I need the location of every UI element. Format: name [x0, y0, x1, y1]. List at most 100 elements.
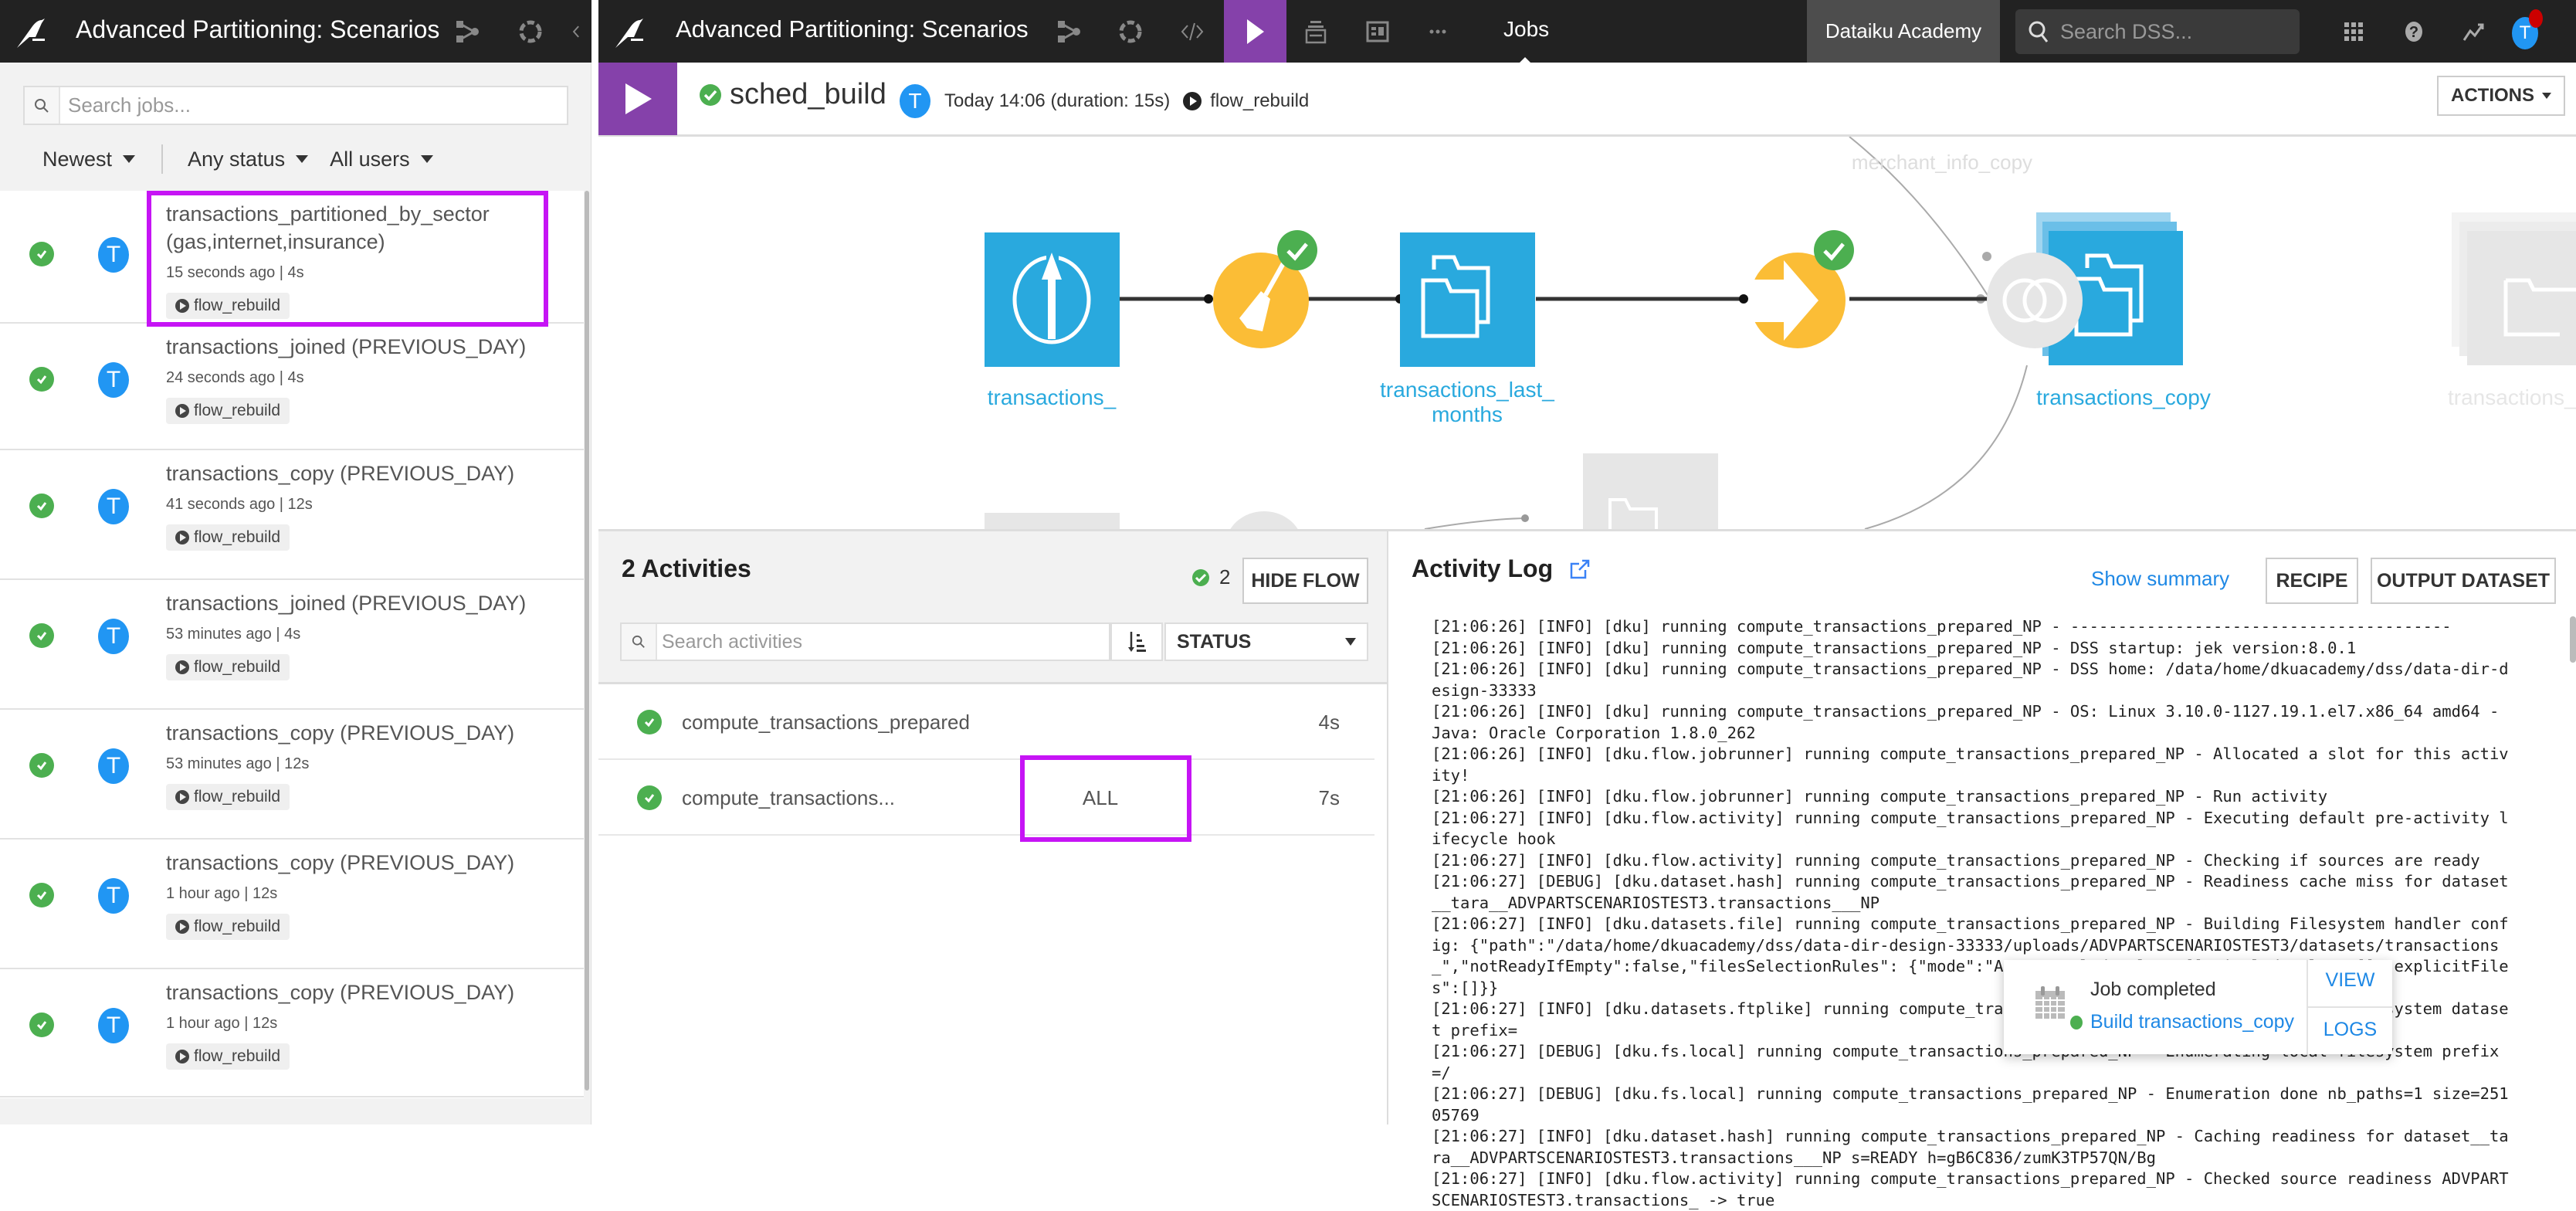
dashboard-icon[interactable]: [1363, 17, 1392, 46]
activity-row[interactable]: compute_transactions_prepared 4s: [598, 686, 1374, 760]
jobs-nav-button[interactable]: [1224, 0, 1286, 63]
job-list-item[interactable]: Ttransactions_copy (PREVIOUS_DAY) 41 seco…: [0, 450, 584, 580]
flow-node-faded[interactable]: [985, 513, 1120, 529]
code-icon[interactable]: [1178, 17, 1207, 46]
show-summary-link[interactable]: Show summary: [2091, 567, 2229, 591]
users-filter-dropdown[interactable]: All users: [330, 148, 433, 171]
flow-icon[interactable]: [1054, 17, 1083, 46]
lab-icon[interactable]: [1116, 17, 1145, 46]
play-circle-icon: [175, 790, 189, 804]
instance-name-button[interactable]: Dataiku Academy: [1807, 0, 2000, 63]
actions-label: ACTIONS: [2451, 85, 2534, 106]
flow-graph[interactable]: merchant_info_copy transactions_ transac…: [598, 137, 2576, 529]
actions-dropdown-button[interactable]: ACTIONS: [2437, 76, 2565, 116]
job-list-scrollbar[interactable]: [585, 191, 589, 1091]
toast-logs-button[interactable]: LOGS: [2308, 1019, 2392, 1041]
jobs-section-tab[interactable]: Jobs: [1503, 17, 1549, 65]
activity-icon[interactable]: [2459, 17, 2489, 46]
user-avatar[interactable]: T: [98, 489, 129, 524]
code-icon[interactable]: [571, 17, 591, 46]
user-avatar[interactable]: T: [98, 362, 129, 398]
help-icon[interactable]: ?: [2399, 17, 2429, 46]
sort-dropdown[interactable]: Newest: [42, 147, 136, 171]
output-dataset-button[interactable]: OUTPUT DATASET: [2371, 558, 2556, 604]
activity-duration: 4s: [1318, 710, 1340, 734]
user-avatar[interactable]: T: [98, 237, 129, 273]
project-title[interactable]: Advanced Partitioning: Scenarios: [676, 15, 1029, 43]
flow-node-transactions-joined[interactable]: transactions_: [2448, 212, 2576, 409]
lab-icon[interactable]: [516, 17, 545, 46]
more-icon[interactable]: [1423, 17, 1452, 46]
job-meta: 1 hour ago | 12s: [166, 885, 278, 902]
external-link-icon[interactable]: [1568, 558, 1591, 581]
job-time: Today 14:06 (duration: 15s): [944, 90, 1171, 111]
success-count: 2: [1191, 565, 1230, 589]
user-avatar[interactable]: T: [98, 748, 129, 784]
job-list: Ttransactions_partitioned_by_sector (gas…: [0, 191, 584, 1098]
recipe-button[interactable]: RECIPE: [2266, 558, 2358, 604]
activity-row[interactable]: compute_transactions... ALL 7s: [598, 762, 1374, 836]
flow-node-transactions-uploaded[interactable]: transactions_: [985, 232, 1120, 409]
flow-node-label[interactable]: merchant_info_copy: [1852, 151, 2032, 174]
job-time: 24 seconds ago: [166, 369, 276, 386]
activity-log-panel: Activity Log Show summary RECIPE OUTPUT …: [1388, 529, 2576, 1209]
success-check-icon: [1814, 230, 1854, 270]
flow-node-prepare-recipe[interactable]: [1213, 230, 1317, 348]
user-avatar[interactable]: T: [98, 619, 129, 654]
activities-title: 2 Activities: [622, 555, 751, 582]
hide-flow-button[interactable]: HIDE FLOW: [1242, 558, 1368, 604]
play-circle-icon: [175, 1050, 189, 1063]
svg-text:?: ?: [2409, 24, 2418, 41]
job-time: 1 hour ago: [166, 1015, 240, 1032]
toast-title: Job completed: [2090, 979, 2216, 1000]
user-avatar[interactable]: T: [98, 1008, 129, 1043]
flow-node-label: transactions_last_ months: [1380, 378, 1554, 426]
scenario-name: flow_rebuild: [194, 1047, 281, 1065]
status-filter-select[interactable]: STATUS: [1164, 622, 1368, 661]
library-icon[interactable]: [1301, 17, 1330, 46]
sort-button[interactable]: [1110, 622, 1163, 661]
project-title[interactable]: Advanced Partitioning: Scenarios: [76, 15, 439, 44]
flow-node-transactions-last-months[interactable]: transactions_last_ months: [1380, 232, 1554, 426]
search-jobs-input[interactable]: [60, 87, 567, 124]
job-user-avatar[interactable]: T: [900, 84, 930, 118]
job-scenario-link[interactable]: flow_rebuild: [1210, 90, 1309, 112]
success-status-icon: [29, 242, 54, 266]
flow-icon[interactable]: [452, 17, 482, 46]
job-list-item[interactable]: Ttransactions_copy (PREVIOUS_DAY) 1 hour …: [0, 840, 584, 969]
job-meta: 53 minutes ago | 12s: [166, 755, 310, 772]
job-content: transactions_joined (PREVIOUS_DAY) 24 sec…: [166, 333, 568, 424]
search-icon: [25, 87, 60, 124]
job-content: transactions_copy (PREVIOUS_DAY) 53 minut…: [166, 719, 568, 810]
dataiku-logo-icon[interactable]: [14, 14, 49, 49]
scenario-tag[interactable]: flow_rebuild: [166, 524, 290, 551]
flow-port: [1739, 294, 1748, 304]
success-status-icon: [29, 1013, 54, 1037]
scenario-tag[interactable]: flow_rebuild: [166, 1043, 290, 1070]
log-scrollbar[interactable]: [2570, 616, 2576, 663]
scenario-tag[interactable]: flow_rebuild: [166, 654, 290, 680]
job-header: sched_build T Today 14:06 (duration: 15s…: [598, 63, 2576, 137]
search-activities-input[interactable]: [657, 624, 1109, 660]
sort-label: Newest: [42, 147, 113, 171]
apps-grid-icon[interactable]: [2339, 17, 2368, 46]
dss-search-input[interactable]: [2060, 19, 2276, 44]
flow-node-faded[interactable]: [1583, 453, 1718, 529]
toast-job-link[interactable]: Build transactions_copy: [2090, 1011, 2294, 1033]
success-status-icon: [29, 367, 54, 392]
user-avatar[interactable]: T: [98, 878, 129, 914]
flow-node-sync-recipe[interactable]: [1750, 230, 1854, 348]
calendar-icon: [2035, 986, 2065, 1019]
dataiku-logo-icon[interactable]: [612, 14, 648, 49]
job-list-item[interactable]: Ttransactions_joined (PREVIOUS_DAY) 53 mi…: [0, 580, 584, 710]
scenario-tag[interactable]: flow_rebuild: [166, 784, 290, 810]
scenario-tag[interactable]: flow_rebuild: [166, 914, 290, 940]
job-list-item[interactable]: Ttransactions_copy (PREVIOUS_DAY) 1 hour …: [0, 969, 584, 1097]
flow-node-join-recipe[interactable]: [1987, 253, 2083, 348]
job-list-item[interactable]: Ttransactions_joined (PREVIOUS_DAY) 24 se…: [0, 324, 584, 450]
job-list-item[interactable]: Ttransactions_copy (PREVIOUS_DAY) 53 minu…: [0, 710, 584, 840]
scenario-tag[interactable]: flow_rebuild: [166, 398, 290, 424]
flow-node-faded[interactable]: [1225, 511, 1303, 529]
status-filter-dropdown[interactable]: Any status: [188, 148, 309, 171]
toast-view-button[interactable]: VIEW: [2308, 969, 2392, 992]
